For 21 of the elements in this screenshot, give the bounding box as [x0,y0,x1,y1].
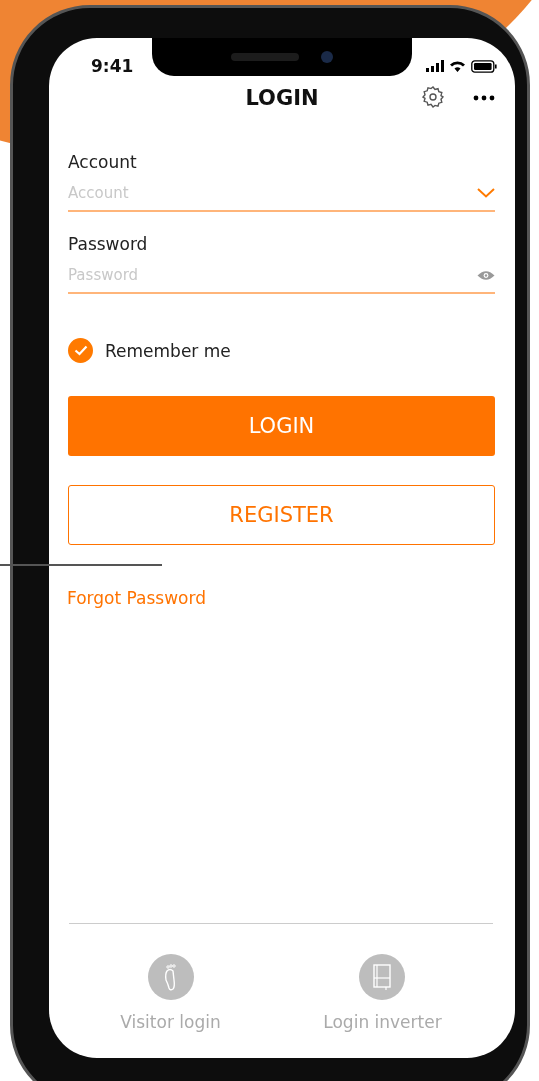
eye-icon[interactable] [477,269,495,281]
footer-label[interactable]: Login inverter [323,1012,442,1032]
chevron-down-icon[interactable] [477,188,495,198]
checkmark-icon[interactable] [73,345,88,356]
register-button[interactable]: REGISTER [68,485,495,545]
remember-checkbox[interactable] [68,338,93,363]
footer-label[interactable]: Visitor login [120,1012,221,1032]
signal-icon [426,60,444,72]
status-time: 9:41 [91,56,134,76]
more-icon[interactable] [473,95,495,101]
battery-icon [471,59,497,73]
page-title: LOGIN [245,86,319,110]
forgot-password-link[interactable]: Forgot Password [67,588,206,608]
footprint-icon[interactable] [147,954,194,1000]
inverter-icon[interactable] [359,954,406,1000]
field-label: Password [68,234,148,254]
field-label: Account [68,152,137,172]
remember-label: Remember me [105,340,231,361]
settings-icon[interactable] [421,85,445,109]
wifi-icon [449,60,466,72]
login-button[interactable]: LOGIN [68,396,495,456]
